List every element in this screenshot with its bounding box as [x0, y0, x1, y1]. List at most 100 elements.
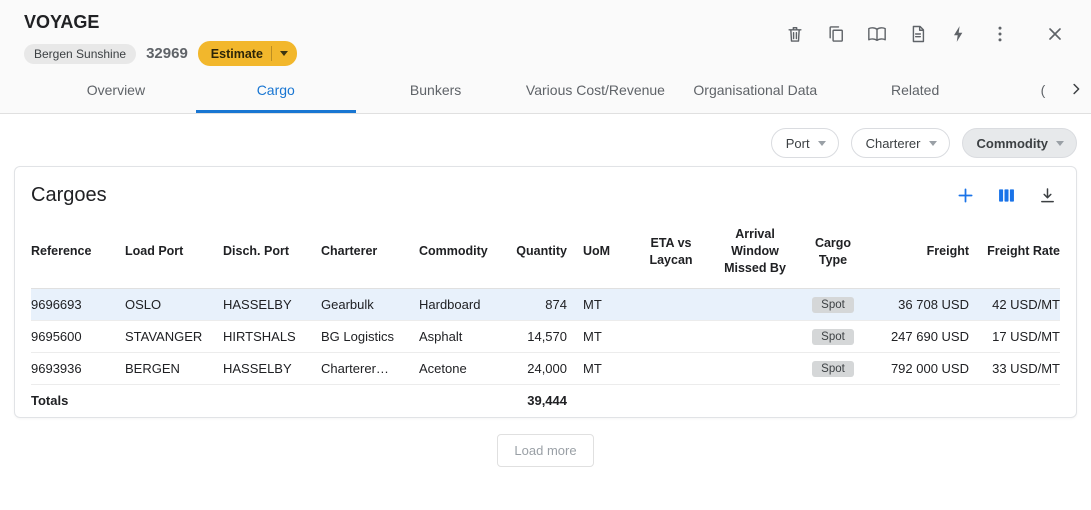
chevron-right-icon	[1067, 80, 1085, 98]
voyage-number: 32969	[146, 45, 188, 62]
col-reference[interactable]: Reference	[31, 216, 117, 288]
delete-button[interactable]	[783, 22, 807, 46]
cell-commodity: Acetone	[411, 352, 499, 384]
cargoes-actions	[953, 183, 1060, 208]
cell-quantity: 874	[499, 288, 575, 320]
bolt-button[interactable]	[947, 22, 971, 46]
tab-scroll-right-button[interactable]	[1065, 78, 1087, 103]
columns-icon	[996, 185, 1017, 206]
filter-port-label: Port	[786, 136, 810, 151]
tab-overview[interactable]: Overview	[36, 66, 196, 113]
cargo-type-badge: Spot	[812, 361, 854, 377]
download-icon	[1037, 185, 1058, 206]
topbar: VOYAGE Bergen Sunshine 32969 Estimate	[0, 0, 1091, 66]
cargo-type-badge: Spot	[812, 297, 854, 313]
estimate-button-label: Estimate	[211, 47, 263, 61]
pdf-icon	[908, 24, 928, 44]
topbar-icons	[783, 12, 1067, 46]
tab-organisational-data[interactable]: Organisational Data	[675, 66, 835, 113]
cell-disch-port: HIRTSHALS	[215, 320, 313, 352]
cell-disch-port: HASSELBY	[215, 288, 313, 320]
cell-arrival-window	[709, 320, 801, 352]
cell-freight: 36 708 USD	[865, 288, 977, 320]
cell-charterer: Gearbulk	[313, 288, 411, 320]
copy-button[interactable]	[824, 22, 848, 46]
cell-commodity: Asphalt	[411, 320, 499, 352]
load-more-wrap: Load more	[0, 434, 1091, 467]
col-quantity[interactable]: Quantity	[499, 216, 575, 288]
book-button[interactable]	[865, 22, 889, 46]
filter-charterer[interactable]: Charterer	[851, 128, 950, 158]
cell-charterer: BG Logistics	[313, 320, 411, 352]
chevron-down-icon	[818, 141, 826, 146]
cargo-row[interactable]: 9693936 BERGEN HASSELBY Charterer… Aceto…	[31, 352, 1060, 384]
close-button[interactable]	[1043, 22, 1067, 46]
col-arrival-window[interactable]: Arrival Window Missed By	[709, 216, 801, 288]
bolt-icon	[949, 24, 969, 44]
cell-charterer: Charterer…	[313, 352, 411, 384]
more-vert-icon	[990, 24, 1010, 44]
col-cargo-type[interactable]: Cargo Type	[801, 216, 865, 288]
cell-freight: 247 690 USD	[865, 320, 977, 352]
totals-row: Totals 39,444	[31, 384, 1060, 417]
tab-various-cost-revenue[interactable]: Various Cost/Revenue	[516, 66, 676, 113]
col-disch-port[interactable]: Disch. Port	[215, 216, 313, 288]
col-eta-vs-laycan[interactable]: ETA vs Laycan	[633, 216, 709, 288]
col-commodity[interactable]: Commodity	[411, 216, 499, 288]
cell-arrival-window	[709, 288, 801, 320]
cell-quantity: 14,570	[499, 320, 575, 352]
cargo-row[interactable]: 9696693 OSLO HASSELBY Gearbulk Hardboard…	[31, 288, 1060, 320]
vessel-chip: Bergen Sunshine	[24, 44, 136, 64]
col-load-port[interactable]: Load Port	[117, 216, 215, 288]
more-button[interactable]	[988, 22, 1012, 46]
tab-cargo[interactable]: Cargo	[196, 66, 356, 113]
col-freight[interactable]: Freight	[865, 216, 977, 288]
col-freight-rate[interactable]: Freight Rate	[977, 216, 1060, 288]
download-button[interactable]	[1035, 183, 1060, 208]
cell-uom: MT	[575, 352, 633, 384]
filter-commodity[interactable]: Commodity	[962, 128, 1078, 158]
table-header-row: Reference Load Port Disch. Port Chartere…	[31, 216, 1060, 288]
filter-charterer-label: Charterer	[866, 136, 921, 151]
cell-cargo-type: Spot	[801, 288, 865, 320]
col-uom[interactable]: UoM	[575, 216, 633, 288]
filter-port[interactable]: Port	[771, 128, 839, 158]
cell-load-port: OSLO	[117, 288, 215, 320]
tab-related[interactable]: Related	[835, 66, 995, 113]
chevron-down-icon	[1056, 141, 1064, 146]
col-charterer[interactable]: Charterer	[313, 216, 411, 288]
cell-arrival-window	[709, 352, 801, 384]
columns-button[interactable]	[994, 183, 1019, 208]
tab-bunkers[interactable]: Bunkers	[356, 66, 516, 113]
cargoes-table: Reference Load Port Disch. Port Chartere…	[31, 216, 1060, 417]
cell-load-port: BERGEN	[117, 352, 215, 384]
filter-commodity-label: Commodity	[977, 136, 1049, 151]
cargoes-card: Cargoes Reference Load Port	[14, 166, 1077, 418]
cargoes-table-wrap: Reference Load Port Disch. Port Chartere…	[15, 216, 1076, 417]
cell-freight-rate: 33 USD/MT	[977, 352, 1060, 384]
cell-freight-rate: 17 USD/MT	[977, 320, 1060, 352]
page-title: VOYAGE	[24, 12, 297, 33]
estimate-button[interactable]: Estimate	[198, 41, 297, 66]
cell-eta-vs-laycan	[633, 320, 709, 352]
cell-eta-vs-laycan	[633, 352, 709, 384]
cell-reference: 9695600	[31, 320, 117, 352]
load-more-button[interactable]: Load more	[497, 434, 593, 467]
totals-label: Totals	[31, 384, 117, 417]
cell-freight-rate: 42 USD/MT	[977, 288, 1060, 320]
delete-icon	[785, 24, 805, 44]
cell-uom: MT	[575, 320, 633, 352]
cell-reference: 9696693	[31, 288, 117, 320]
add-cargo-button[interactable]	[953, 183, 978, 208]
plus-icon	[955, 185, 976, 206]
close-icon	[1045, 24, 1065, 44]
topbar-left: VOYAGE Bergen Sunshine 32969 Estimate	[24, 12, 297, 66]
chevron-down-icon	[280, 51, 288, 56]
totals-quantity: 39,444	[499, 384, 575, 417]
cargo-row[interactable]: 9695600 STAVANGER HIRTSHALS BG Logistics…	[31, 320, 1060, 352]
cell-freight: 792 000 USD	[865, 352, 977, 384]
cell-cargo-type: Spot	[801, 320, 865, 352]
cell-cargo-type: Spot	[801, 352, 865, 384]
tab-bar: Overview Cargo Bunkers Various Cost/Reve…	[0, 66, 1091, 113]
pdf-export-button[interactable]	[906, 22, 930, 46]
